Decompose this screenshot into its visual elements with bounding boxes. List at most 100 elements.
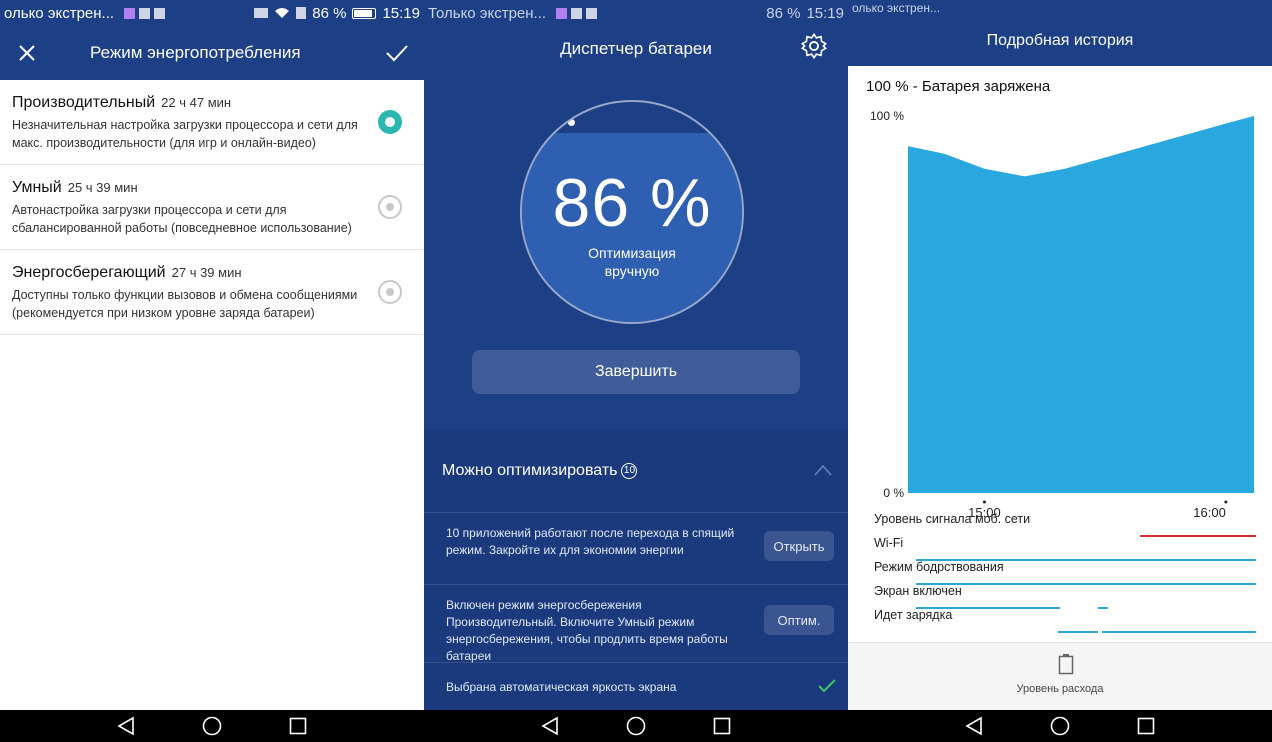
gauge-indicator-dot xyxy=(568,119,575,126)
home-icon xyxy=(1050,716,1070,736)
mode-description: Доступны только функции вызовов и обмена… xyxy=(12,288,358,320)
optimize-item-text: Включен режим энергосбережения Производи… xyxy=(446,598,728,663)
app-notification-icon xyxy=(154,7,166,19)
mode-option-performance[interactable]: Производительный 22 ч 47 мин Незначительн… xyxy=(0,80,424,165)
app-notification-icon xyxy=(586,7,598,19)
battery-manager-screen: Только экстрен... 86 % 15:19 Диспетчер б… xyxy=(424,0,848,742)
close-button[interactable] xyxy=(14,40,40,66)
optimize-item: Включен режим энергосбережения Производи… xyxy=(424,584,848,663)
app-notification-icon xyxy=(139,7,151,19)
usage-label: Уровень расхода xyxy=(1016,683,1104,695)
y-tick-label: 0 % xyxy=(883,486,904,500)
power-mode-header: Режим энергопотребления xyxy=(0,26,424,80)
status-right: 86 % 15:19 xyxy=(254,5,420,22)
app-notification-icon xyxy=(124,7,136,19)
optimize-button[interactable]: Оптим. xyxy=(764,605,834,635)
page-title: Подробная история xyxy=(848,16,1272,66)
clock: 15:19 xyxy=(382,4,420,22)
home-icon xyxy=(626,716,646,736)
status-bar: олько экстрен... 86 % 15:19 xyxy=(0,0,424,26)
page-title: Диспетчер батареи xyxy=(560,39,712,58)
history-content: 100 % - Батарея заряжена 0 % 100 % 15:00 16… xyxy=(848,66,1272,642)
home-button[interactable] xyxy=(200,714,224,738)
confirm-button[interactable] xyxy=(384,40,410,66)
sim-icon xyxy=(296,7,307,19)
metric-label: Идет зарядка xyxy=(874,608,953,622)
optimize-count-badge: 10 xyxy=(621,463,638,479)
mode-name: Умный xyxy=(12,179,62,196)
recents-button[interactable] xyxy=(286,714,310,738)
notification-text: Только экстрен... xyxy=(428,4,547,22)
x-tick-mark xyxy=(982,500,986,504)
mode-description: Автонастройка загрузки процессора и сети… xyxy=(12,203,352,235)
app-notification-icon xyxy=(556,7,568,19)
mode-description: Незначительная настройка загрузки процес… xyxy=(12,118,358,150)
battery-history-chart: 0 %100 %15:00 16:00 xyxy=(870,109,1256,633)
recents-button[interactable] xyxy=(1134,714,1158,738)
optimize-item-text: 10 приложений работают после перехода в … xyxy=(446,526,735,557)
status-right: 86 % 15:19 xyxy=(766,5,844,22)
back-icon xyxy=(965,716,982,736)
optimization-label-line1: Оптимизация xyxy=(588,245,676,261)
status-bar: Только экстрен... 86 % 15:19 xyxy=(424,0,848,26)
usage-tab[interactable]: Уровень расхода xyxy=(848,642,1272,710)
back-button[interactable] xyxy=(538,714,562,738)
battery-percent: 86 % xyxy=(766,4,801,22)
metric-label: Уровень сигнала моб. сети xyxy=(874,512,1031,526)
optimize-item-text: Выбрана автоматическая яркость экрана xyxy=(446,680,677,694)
mode-time: 22 ч 47 мин xyxy=(161,95,232,110)
radio-button[interactable] xyxy=(378,195,402,219)
notification-icons xyxy=(124,7,166,19)
history-screen: олько экстрен... Подробная история 100 %… xyxy=(848,0,1272,742)
close-icon xyxy=(19,45,35,61)
metric-label: Экран включен xyxy=(874,584,962,598)
home-button[interactable] xyxy=(1048,714,1072,738)
page-title: Режим энергопотребления xyxy=(90,43,301,62)
wifi-icon xyxy=(275,8,290,18)
recents-icon xyxy=(289,717,307,735)
home-icon xyxy=(202,716,222,736)
battery-gauge: 86 % Оптимизация вручную xyxy=(520,100,744,324)
chevron-up-icon[interactable] xyxy=(814,464,832,476)
radio-button[interactable] xyxy=(378,280,402,304)
optimize-item: Выбрана автоматическая яркость экрана xyxy=(424,662,848,710)
recents-button[interactable] xyxy=(710,714,734,738)
battery-icon xyxy=(352,7,377,19)
finish-button[interactable]: Завершить xyxy=(472,350,800,394)
mode-option-saver[interactable]: Энергосберегающий 27 ч 39 мин Доступны то… xyxy=(0,250,424,335)
x-tick-mark xyxy=(1224,500,1228,504)
battery-level-area xyxy=(908,116,1254,493)
metric-label: Wi-Fi xyxy=(874,536,904,550)
nav-bar xyxy=(424,710,848,742)
mode-list: Производительный 22 ч 47 мин Незначительн… xyxy=(0,80,424,335)
recents-icon xyxy=(1137,717,1155,735)
mode-time: 25 ч 39 мин xyxy=(67,180,138,195)
battery-percent-large: 86 % xyxy=(552,165,712,241)
back-button[interactable] xyxy=(962,714,986,738)
battery-usage-icon xyxy=(1058,654,1074,675)
check-icon xyxy=(818,679,836,693)
mode-option-smart[interactable]: Умный 25 ч 39 мин Автонастройка загрузки … xyxy=(0,165,424,250)
optimize-item: 10 приложений работают после перехода в … xyxy=(424,512,848,584)
mode-name: Производительный xyxy=(12,94,156,111)
check-icon xyxy=(386,45,408,62)
y-tick-label: 100 % xyxy=(870,109,904,123)
clock: 15:19 xyxy=(806,4,844,22)
back-button[interactable] xyxy=(114,714,138,738)
notification-icons xyxy=(556,7,598,19)
nav-bar xyxy=(0,710,424,742)
optimize-heading[interactable]: Можно оптимизировать 10 xyxy=(442,462,638,480)
settings-gear-icon[interactable] xyxy=(800,32,828,60)
open-button[interactable]: Открыть xyxy=(764,531,834,561)
power-mode-screen: олько экстрен... 86 % 15:19 Режим энерго… xyxy=(0,0,424,742)
mode-time: 27 ч 39 мин xyxy=(171,265,242,280)
radio-button-selected[interactable] xyxy=(378,110,402,134)
nav-bar xyxy=(848,710,1272,742)
home-button[interactable] xyxy=(624,714,648,738)
metric-label: Режим бодрствования xyxy=(874,560,1004,574)
optimize-section: Можно оптимизировать 10 10 приложений раб… xyxy=(424,430,848,710)
notification-text: олько экстрен... xyxy=(852,1,941,15)
optimize-heading-text: Можно оптимизировать xyxy=(442,462,618,479)
x-tick-label: 16:00 xyxy=(1193,505,1226,520)
optimization-mode-label: Оптимизация вручную xyxy=(522,244,742,280)
